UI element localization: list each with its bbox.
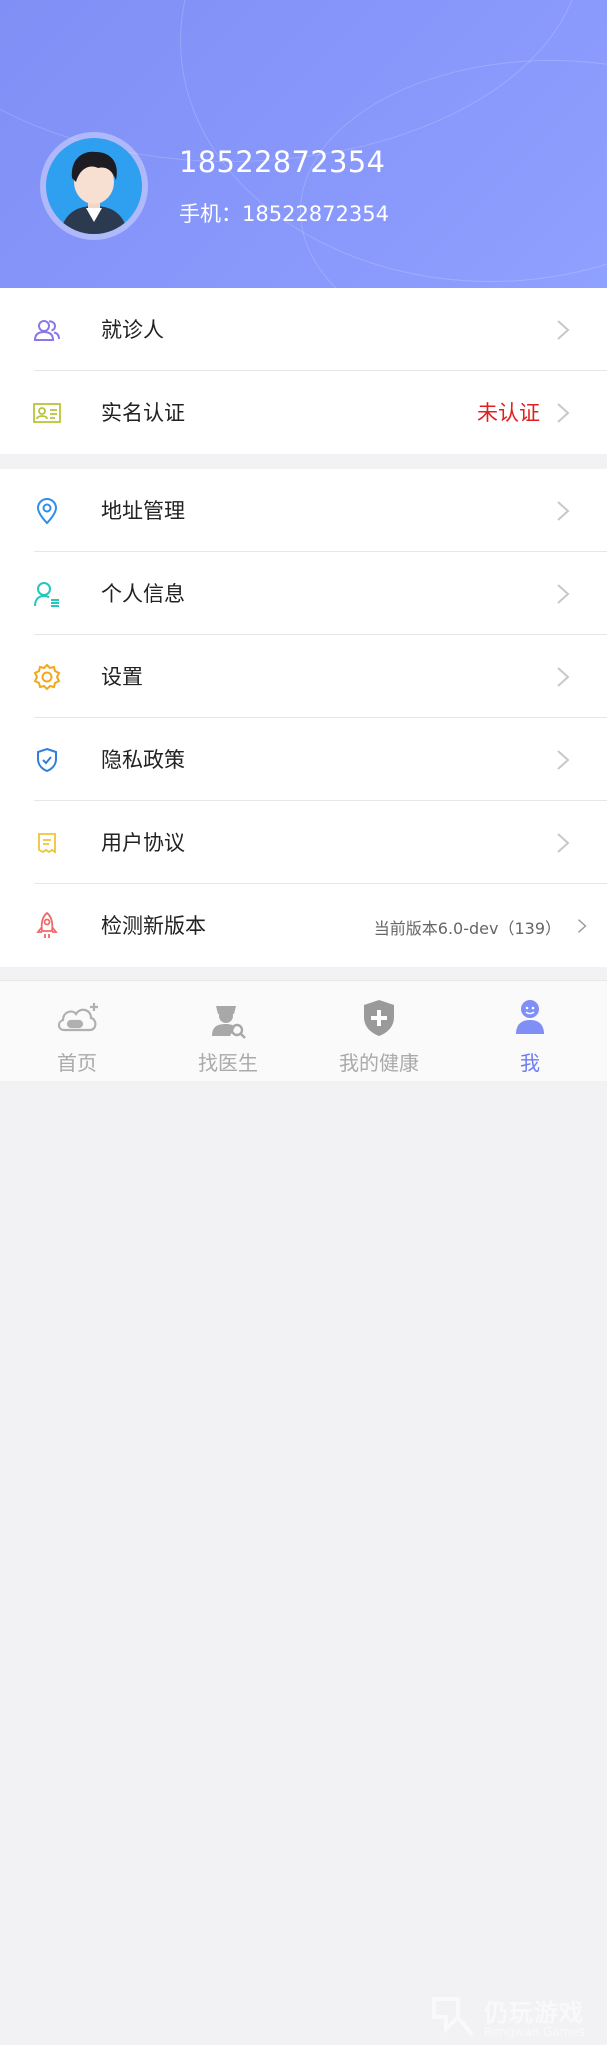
tab-home[interactable]: 首页 bbox=[2, 981, 152, 1081]
chevron-right-icon bbox=[557, 501, 570, 521]
chevron-right-icon bbox=[578, 919, 587, 933]
chevron-right-icon bbox=[557, 833, 570, 853]
person-info-icon bbox=[30, 579, 64, 609]
menu-item-label: 个人信息 bbox=[101, 582, 185, 606]
menu-item-label: 实名认证 bbox=[101, 401, 185, 425]
shield-check-icon bbox=[30, 745, 64, 775]
location-pin-icon bbox=[30, 496, 64, 526]
menu-item-label: 地址管理 bbox=[101, 499, 185, 523]
chevron-right-icon bbox=[557, 667, 570, 687]
tab-my-health[interactable]: 我的健康 bbox=[304, 981, 454, 1081]
menu-item-settings[interactable]: 设置 bbox=[0, 635, 607, 718]
avatar[interactable] bbox=[40, 132, 148, 240]
menu-item-check-update[interactable]: 检测新版本 当前版本6.0-dev（139） bbox=[0, 884, 607, 967]
id-card-icon bbox=[30, 398, 64, 428]
menu-item-user-agreement[interactable]: 用户协议 bbox=[0, 801, 607, 884]
watermark-logo-icon bbox=[432, 1997, 474, 2037]
bottom-tab-bar: 首页 找医生 我的健康 我 仍玩游戏 Rengwan Games bbox=[0, 980, 607, 2039]
chevron-right-icon bbox=[557, 750, 570, 770]
user-phone: 手机：18522872354 bbox=[179, 202, 389, 226]
watermark: 仍玩游戏 Rengwan Games bbox=[428, 1993, 603, 2043]
menu-item-personal-info[interactable]: 个人信息 bbox=[0, 552, 607, 635]
tab-label: 首页 bbox=[57, 1051, 97, 1075]
menu-item-address[interactable]: 地址管理 bbox=[0, 469, 607, 552]
tab-label: 我 bbox=[520, 1051, 540, 1075]
rocket-icon bbox=[30, 911, 64, 941]
profile-header: 18522872354 手机：18522872354 bbox=[0, 0, 607, 288]
tab-label: 我的健康 bbox=[339, 1051, 419, 1075]
menu-item-label: 就诊人 bbox=[101, 318, 164, 342]
tab-find-doctor[interactable]: 找医生 bbox=[153, 981, 303, 1081]
menu-group-1: 就诊人 实名认证 未认证 bbox=[0, 288, 607, 454]
watermark-subtitle: Rengwan Games bbox=[484, 2025, 585, 2039]
menu-item-patients[interactable]: 就诊人 bbox=[0, 288, 607, 371]
menu-group-2: 地址管理 个人信息 设置 隐私政策 用户协议 检测新版本 当前版本6.0-dev… bbox=[0, 469, 607, 967]
health-shield-icon bbox=[364, 1000, 394, 1036]
tab-label: 找医生 bbox=[198, 1051, 258, 1075]
tab-me[interactable]: 我 bbox=[455, 981, 605, 1081]
menu-item-label: 设置 bbox=[101, 665, 143, 689]
menu-item-privacy-policy[interactable]: 隐私政策 bbox=[0, 718, 607, 801]
cloud-home-icon bbox=[57, 1003, 98, 1032]
chevron-right-icon bbox=[557, 320, 570, 340]
user-name: 18522872354 bbox=[179, 145, 386, 179]
verification-status: 未认证 bbox=[477, 401, 540, 425]
current-version: 当前版本6.0-dev（139） bbox=[373, 919, 561, 938]
chevron-right-icon bbox=[557, 403, 570, 423]
menu-item-label: 隐私政策 bbox=[101, 748, 185, 772]
menu-item-real-name-verification[interactable]: 实名认证 未认证 bbox=[0, 371, 607, 454]
gear-icon bbox=[30, 662, 64, 692]
me-icon bbox=[516, 1000, 544, 1034]
watermark-title: 仍玩游戏 bbox=[484, 1999, 584, 2027]
chevron-right-icon bbox=[557, 584, 570, 604]
menu-item-label: 检测新版本 bbox=[101, 914, 206, 938]
avatar-image bbox=[46, 138, 142, 234]
patients-icon bbox=[30, 315, 64, 345]
doctor-search-icon bbox=[212, 1006, 246, 1039]
document-icon bbox=[30, 828, 64, 858]
menu-item-label: 用户协议 bbox=[101, 831, 185, 855]
